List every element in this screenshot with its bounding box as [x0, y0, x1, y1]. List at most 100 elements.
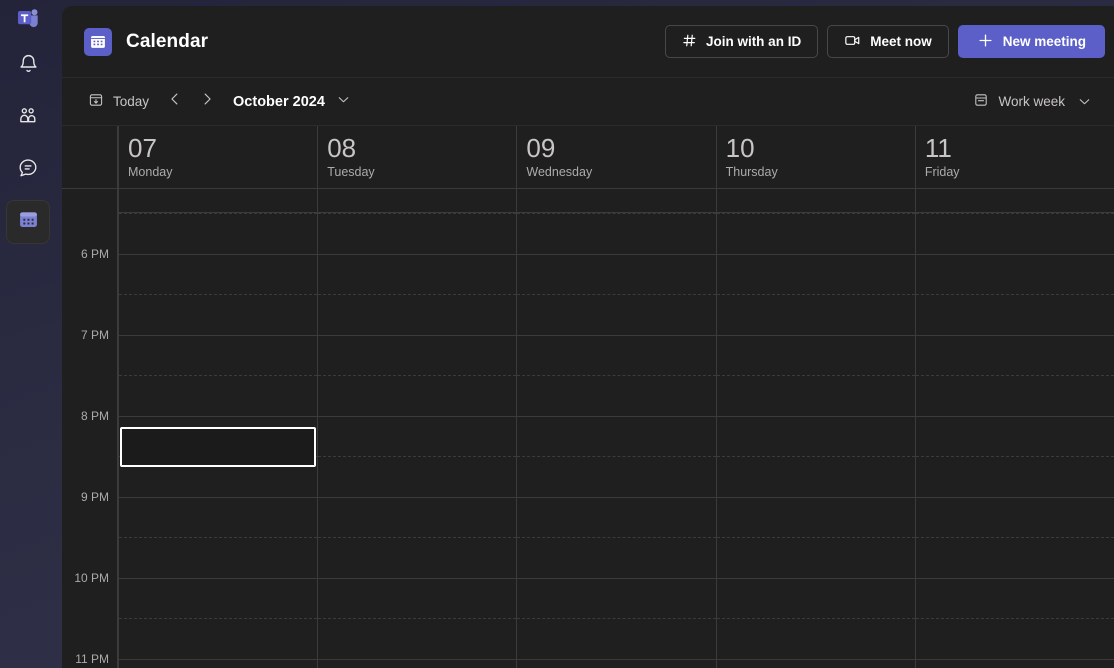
day-name: Wednesday	[526, 165, 593, 180]
sidebar-item-activity[interactable]	[6, 44, 50, 88]
day-header-gutter	[62, 126, 118, 188]
video-camera-icon	[844, 32, 861, 52]
half-hour-gridline	[119, 294, 318, 295]
time-label: 11 PM	[75, 652, 109, 666]
hour-gridline	[716, 659, 915, 660]
hour-gridline	[716, 416, 915, 417]
half-hour-gridline	[517, 456, 716, 457]
day-number: 07	[128, 133, 157, 163]
half-hour-gridline	[318, 537, 517, 538]
hour-gridline	[119, 335, 318, 336]
hour-gridline	[716, 578, 915, 579]
hour-gridline	[318, 497, 517, 498]
app-rail	[0, 0, 56, 668]
day-name: Monday	[128, 165, 173, 180]
hour-gridline	[716, 497, 915, 498]
hour-gridline	[318, 659, 517, 660]
half-hour-gridline	[716, 375, 915, 376]
half-hour-gridline	[517, 213, 716, 214]
half-hour-gridline	[517, 537, 716, 538]
calendar-icon	[17, 208, 40, 236]
time-label: 9 PM	[80, 490, 109, 504]
half-hour-gridline	[318, 294, 517, 295]
half-hour-gridline	[915, 456, 1114, 457]
calendar-grid-scroll[interactable]: 6 PM 7 PM 8 PM 9 PM 10 PM 11 PM	[62, 189, 1114, 668]
half-hour-gridline	[716, 294, 915, 295]
day-header-wednesday[interactable]: 09 Wednesday	[516, 126, 715, 188]
period-picker-button[interactable]	[331, 89, 357, 115]
new-meeting-button[interactable]: New meeting	[957, 25, 1105, 58]
hour-gridline	[119, 578, 318, 579]
day-header-monday[interactable]: 07 Monday	[118, 126, 317, 188]
hour-gridline	[517, 578, 716, 579]
meet-now-button[interactable]: Meet now	[827, 25, 949, 58]
half-hour-gridline	[517, 375, 716, 376]
day-header-tuesday[interactable]: 08 Tuesday	[317, 126, 516, 188]
hour-gridline	[716, 254, 915, 255]
half-hour-gridline	[716, 213, 915, 214]
selected-time-slot[interactable]	[120, 427, 317, 467]
time-gutter: 6 PM 7 PM 8 PM 9 PM 10 PM 11 PM	[62, 189, 118, 668]
day-header-thursday[interactable]: 10 Thursday	[715, 126, 915, 188]
teams-window: Calendar Join with an ID Meet now New me…	[0, 0, 1114, 668]
hour-gridline	[119, 497, 318, 498]
previous-period-button[interactable]	[160, 87, 190, 117]
half-hour-gridline	[915, 375, 1114, 376]
content-panel: Calendar Join with an ID Meet now New me…	[62, 6, 1114, 668]
hour-gridline	[915, 335, 1114, 336]
chevron-left-icon	[167, 91, 183, 112]
half-hour-gridline	[318, 213, 517, 214]
calendar-grid: 6 PM 7 PM 8 PM 9 PM 10 PM 11 PM	[62, 189, 1114, 668]
sidebar-item-chat[interactable]	[6, 96, 50, 140]
view-selector[interactable]: Work week	[963, 86, 1102, 118]
day-column-tuesday[interactable]	[317, 189, 517, 668]
day-header-friday[interactable]: 11 Friday	[914, 126, 1114, 188]
view-day-icon	[973, 92, 989, 111]
time-label: 8 PM	[80, 409, 109, 423]
half-hour-gridline	[517, 618, 716, 619]
hour-gridline	[318, 578, 517, 579]
half-hour-gridline	[318, 375, 517, 376]
new-meeting-label: New meeting	[1002, 34, 1086, 49]
day-column-friday[interactable]	[914, 189, 1114, 668]
day-name: Friday	[924, 165, 960, 180]
app-header: Calendar Join with an ID Meet now New me…	[62, 6, 1114, 78]
day-number: 11	[924, 133, 952, 163]
hour-gridline	[119, 416, 318, 417]
calendar-toolbar: Today October 2024 Work week	[62, 78, 1114, 126]
hour-gridline	[517, 416, 716, 417]
hour-gridline	[119, 254, 318, 255]
hour-gridline	[517, 335, 716, 336]
today-button[interactable]: Today	[78, 86, 159, 118]
day-column-thursday[interactable]	[715, 189, 915, 668]
hour-gridline	[915, 659, 1114, 660]
half-hour-gridline	[915, 618, 1114, 619]
today-label: Today	[113, 94, 150, 109]
day-column-monday[interactable]	[118, 189, 318, 668]
page-title: Calendar	[126, 30, 209, 52]
plus-icon	[977, 32, 994, 52]
half-hour-gridline	[119, 618, 318, 619]
chat-bubble-icon	[17, 157, 39, 184]
join-with-id-label: Join with an ID	[705, 34, 802, 49]
people-icon	[17, 105, 39, 132]
current-period-label: October 2024	[233, 93, 325, 110]
view-selector-label: Work week	[998, 94, 1065, 109]
sidebar-item-teams[interactable]	[6, 148, 50, 192]
bell-icon	[18, 53, 39, 79]
calendar-app-icon	[84, 27, 112, 56]
sidebar-item-calendar[interactable]	[6, 200, 50, 244]
next-period-button[interactable]	[192, 87, 222, 117]
chevron-down-icon	[336, 92, 351, 112]
half-hour-gridline	[915, 537, 1114, 538]
half-hour-gridline	[517, 294, 716, 295]
day-name: Tuesday	[327, 165, 375, 180]
join-with-id-button[interactable]: Join with an ID	[664, 25, 819, 58]
day-number: 09	[526, 133, 556, 163]
day-column-wednesday[interactable]	[516, 189, 716, 668]
meet-now-label: Meet now	[870, 34, 932, 49]
time-label: 10 PM	[74, 571, 109, 585]
hour-gridline	[318, 416, 517, 417]
teams-logo	[12, 4, 44, 36]
half-hour-gridline	[318, 618, 517, 619]
